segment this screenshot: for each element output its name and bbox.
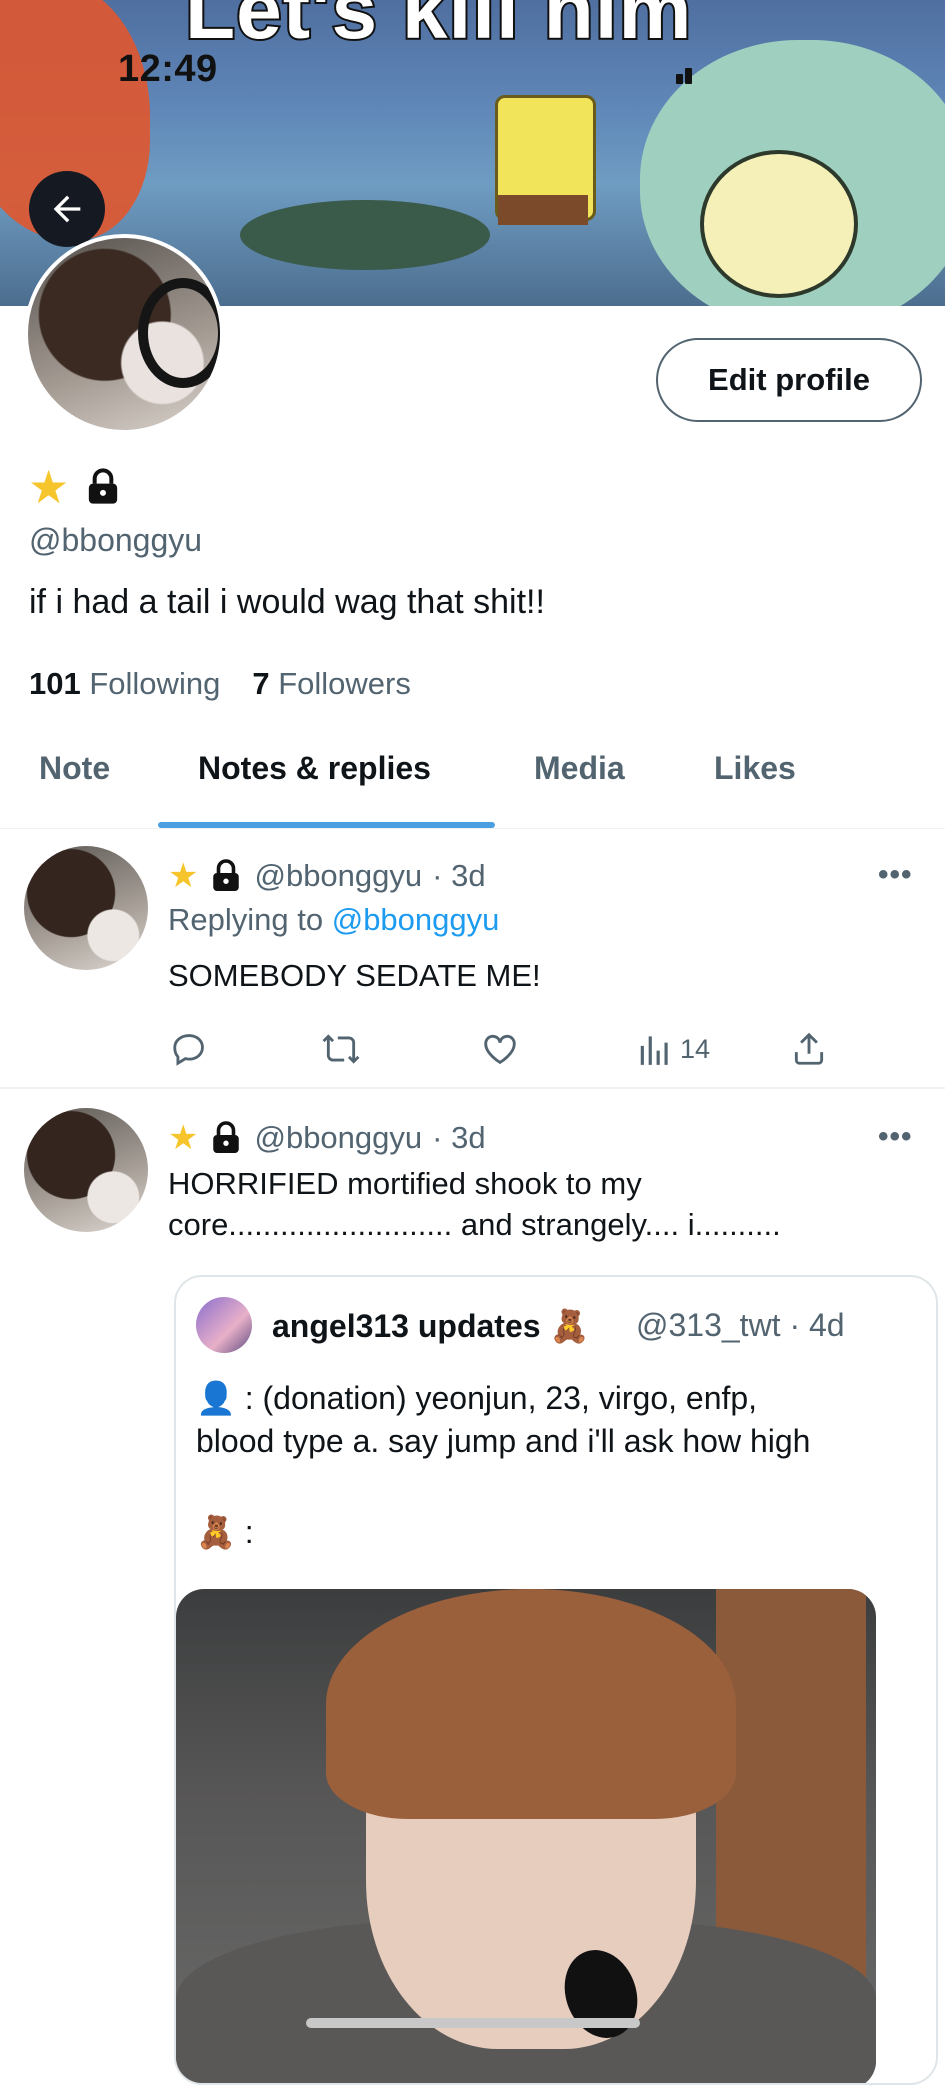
- arrow-left-icon: [53, 195, 81, 223]
- analytics-icon: [640, 1036, 668, 1065]
- tweet-text-line-2: core.......................... and stran…: [168, 1207, 781, 1242]
- banner-art-pants: [498, 195, 588, 225]
- home-indicator: [306, 2018, 640, 2028]
- following-count: 101: [29, 666, 81, 701]
- quoted-text-line-2: blood type a. say jump and i'll ask how …: [196, 1423, 811, 1459]
- quoted-photo[interactable]: [176, 1589, 876, 2083]
- quoted-tweet-card[interactable]: angel313 updates 🧸 @313_twt · 4d 👤 : (do…: [174, 1275, 938, 2085]
- profile-bio: if i had a tail i would wag that shit!!: [29, 583, 545, 621]
- active-tab-indicator: [158, 822, 495, 828]
- lock-icon: [213, 1121, 240, 1153]
- profile-avatar[interactable]: [24, 234, 224, 434]
- quoted-display-name: angel313 updates 🧸: [272, 1307, 589, 1345]
- tweet-text: SOMEBODY SEDATE ME!: [168, 958, 541, 993]
- headphone-art: [138, 278, 220, 388]
- share-icon: [794, 1032, 824, 1065]
- quoted-text-line-1: 👤 : (donation) yeonjun, 23, virgo, enfp,: [196, 1380, 758, 1416]
- star-icon: ★: [168, 1119, 199, 1157]
- signal-icon: [676, 62, 702, 84]
- tweet-time: · 3d: [432, 1120, 486, 1155]
- edit-profile-button[interactable]: Edit profile: [656, 338, 922, 422]
- heart-icon: [484, 1034, 516, 1065]
- banner-art-eye: [700, 150, 858, 298]
- like-button[interactable]: [480, 1030, 520, 1068]
- tab-likes[interactable]: Likes: [714, 750, 796, 787]
- followers-link[interactable]: 7 Followers: [252, 666, 411, 702]
- following-link[interactable]: 101 Following: [29, 666, 220, 702]
- tab-note[interactable]: Note: [39, 750, 110, 787]
- banner-caption: Let's kill him: [183, 0, 693, 56]
- tweet-header: ★ @bbonggyu · 3d: [168, 1118, 486, 1158]
- quoted-handle: @313_twt · 4d: [636, 1307, 845, 1343]
- tweet-time: · 3d: [432, 858, 486, 893]
- replying-prefix: Replying to: [168, 902, 324, 937]
- lock-icon: [213, 859, 240, 891]
- profile-badges: ★: [28, 460, 123, 514]
- tweet-text-line-1: HORRIFIED mortified shook to my: [168, 1166, 642, 1201]
- teddy-bear-icon: 🧸: [549, 1308, 590, 1344]
- views-count: 14: [680, 1033, 711, 1064]
- repost-icon: [322, 1034, 360, 1064]
- profile-handle: @bbonggyu: [29, 522, 203, 558]
- banner-art-floor: [240, 200, 490, 270]
- star-icon: ★: [168, 857, 199, 895]
- reply-button[interactable]: [170, 1030, 208, 1068]
- star-icon: ★: [28, 461, 70, 513]
- followers-count: 7: [252, 666, 270, 701]
- tweet-header: ★ @bbonggyu · 3d: [168, 856, 486, 896]
- tweet-avatar[interactable]: [24, 1108, 148, 1232]
- tweet-handle[interactable]: @bbonggyu: [254, 1120, 422, 1156]
- photo-art-hair: [326, 1589, 736, 1819]
- profile-stats: 101 Following 7 Followers: [29, 666, 411, 702]
- quoted-teddy-line: 🧸 :: [196, 1514, 254, 1550]
- repost-button[interactable]: [320, 1030, 362, 1068]
- more-options-icon[interactable]: •••: [878, 858, 913, 892]
- replying-handle-link[interactable]: @bbonggyu: [332, 902, 500, 937]
- tab-media[interactable]: Media: [534, 750, 625, 787]
- quoted-text: 👤 : (donation) yeonjun, 23, virgo, enfp,…: [196, 1377, 916, 1463]
- reply-icon: [173, 1034, 204, 1066]
- replying-to: Replying to @bbonggyu: [168, 902, 499, 938]
- quoted-avatar[interactable]: [196, 1297, 252, 1353]
- back-button[interactable]: [29, 171, 105, 247]
- more-options-icon[interactable]: •••: [878, 1120, 913, 1154]
- tweet-avatar[interactable]: [24, 846, 148, 970]
- tab-notes-and-replies[interactable]: Notes & replies: [198, 750, 431, 787]
- quoted-name-text: angel313 updates: [272, 1308, 541, 1344]
- tweet-divider: [0, 1087, 945, 1089]
- following-label: Following: [89, 666, 221, 701]
- views-button[interactable]: 14: [638, 1030, 710, 1068]
- lock-icon: [83, 467, 123, 507]
- status-bar-time: 12:49: [118, 48, 218, 90]
- share-button[interactable]: [790, 1030, 828, 1068]
- profile-tabs: Note Notes & replies Media Likes: [0, 720, 945, 829]
- tweet-handle[interactable]: @bbonggyu: [254, 858, 422, 894]
- followers-label: Followers: [278, 666, 411, 701]
